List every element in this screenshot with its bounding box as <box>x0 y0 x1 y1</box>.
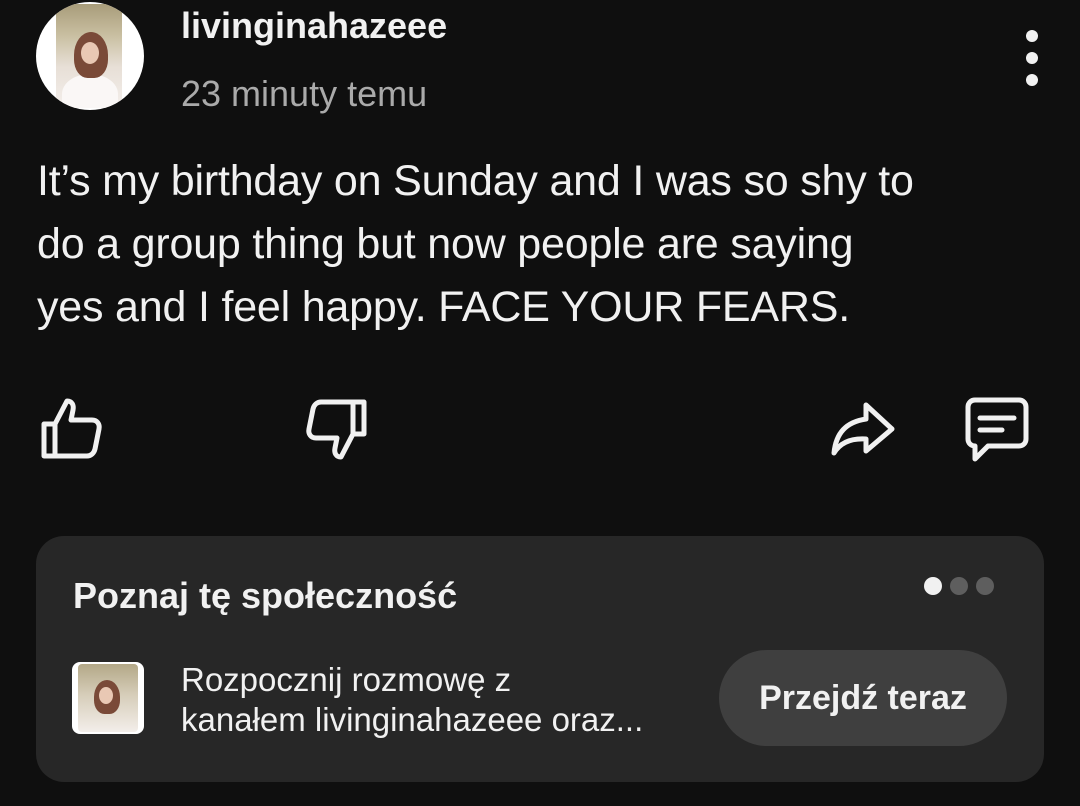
more-vert-icon-dot <box>1026 52 1038 64</box>
pagination-dot[interactable] <box>950 577 968 595</box>
post-body: It’s my birthday on Sunday and I was so … <box>37 150 1047 339</box>
card-description-line: Rozpocznij rozmowę z <box>181 661 512 698</box>
community-post: livinginahazeee 23 minuty temu It’s my b… <box>0 0 1080 806</box>
carousel-pagination <box>924 577 994 595</box>
card-title: Poznaj tę społeczność <box>73 575 458 616</box>
thumbs-up-icon <box>41 398 102 459</box>
author-avatar[interactable] <box>36 2 144 110</box>
author-name[interactable]: livinginahazeee <box>181 6 447 46</box>
thumbs-down-icon <box>306 399 367 460</box>
card-description-line: kanałem livinginahazeee oraz... <box>181 701 644 738</box>
like-button[interactable] <box>36 393 108 465</box>
share-icon <box>831 402 895 456</box>
post-text-line: It’s my birthday on Sunday and I was so … <box>37 157 914 205</box>
post-text-line: yes and I feel happy. FACE YOUR FEARS. <box>37 283 850 331</box>
pagination-dot-active[interactable] <box>924 577 942 595</box>
avatar-photo <box>56 4 122 108</box>
pagination-dot[interactable] <box>976 577 994 595</box>
community-card: Poznaj tę społeczność Rozpocznij rozmowę… <box>36 536 1044 782</box>
post-text-line: do a group thing but now people are sayi… <box>37 220 854 268</box>
more-options-button[interactable] <box>1012 30 1052 86</box>
dislike-button[interactable] <box>300 393 372 465</box>
more-vert-icon-dot <box>1026 74 1038 86</box>
post-timestamp: 23 minuty temu <box>181 73 428 114</box>
comment-icon <box>965 397 1029 462</box>
card-description: Rozpocznij rozmowę z kanałem livinginaha… <box>181 660 701 740</box>
comment-button[interactable] <box>958 393 1030 465</box>
go-now-button[interactable]: Przejdź teraz <box>719 650 1007 746</box>
channel-thumbnail[interactable] <box>72 662 144 734</box>
share-button[interactable] <box>826 393 898 465</box>
more-vert-icon-dot <box>1026 30 1038 42</box>
